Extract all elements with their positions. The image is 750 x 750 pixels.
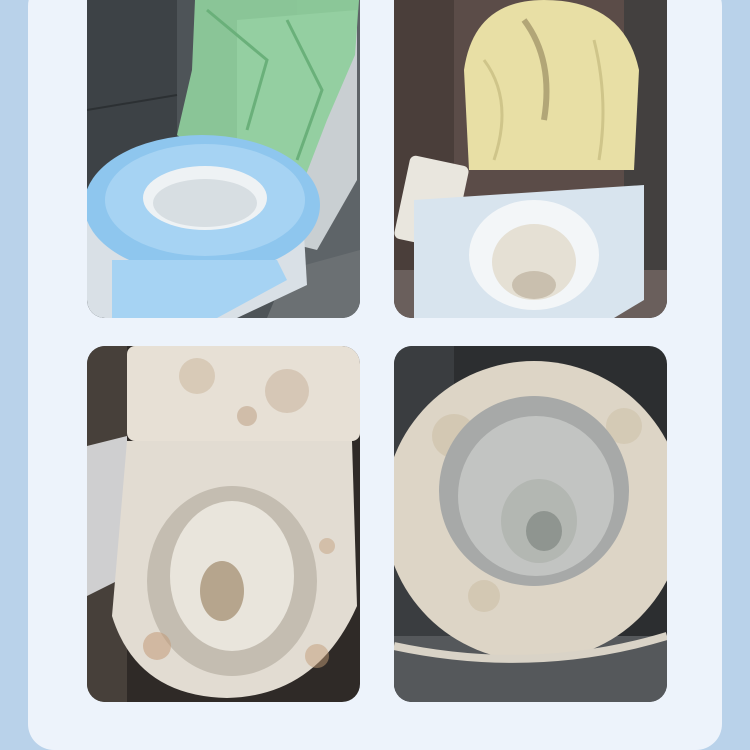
photo-stained-bowl <box>394 346 667 702</box>
photo-paper-seat-cover <box>394 0 667 318</box>
photo-dirty-seat <box>87 346 360 702</box>
photo-blue-seat-cover <box>87 0 360 318</box>
